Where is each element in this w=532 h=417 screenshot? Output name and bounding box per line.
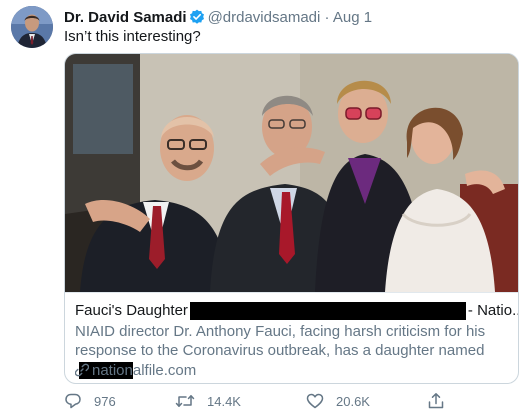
reply-count: 976 <box>94 393 116 409</box>
card-title-start: Fauci's Daughter <box>75 302 188 319</box>
card-title-end: - Natio... <box>467 302 519 319</box>
card-description-text: NIAID director Dr. Anthony Fauci, facing… <box>75 323 486 359</box>
card-title[interactable]: Fauci's Daughter - Natio... <box>75 301 518 321</box>
redaction-bar <box>189 302 466 321</box>
reply-button[interactable]: 976 <box>64 391 116 411</box>
card-body[interactable]: Fauci's Daughter - Natio... NIAID directo… <box>65 292 518 383</box>
link-card[interactable]: Fauci's Daughter - Natio... NIAID directo… <box>64 53 519 384</box>
reply-icon <box>65 393 81 409</box>
retweet-count: 14.4K <box>207 393 241 409</box>
tweet-text: Isn’t this interesting? <box>64 28 201 45</box>
share-icon <box>428 393 444 409</box>
separator-dot: · <box>324 9 330 26</box>
like-icon <box>306 393 324 409</box>
share-button[interactable] <box>427 391 457 411</box>
like-button[interactable]: 20.6K <box>306 391 370 411</box>
like-count: 20.6K <box>336 393 370 409</box>
avatar[interactable] <box>11 6 53 48</box>
tweet-actions: 976 14.4K 20.6K <box>64 391 519 411</box>
card-image[interactable] <box>65 54 518 292</box>
card-domain[interactable]: nationalfile.com <box>74 361 197 382</box>
card-domain-text: nationalfile.com <box>92 362 197 379</box>
author-name[interactable]: Dr. David Samadi <box>64 9 187 26</box>
author-handle[interactable]: @drdavidsamadi <box>208 9 321 26</box>
retweet-icon <box>175 395 195 407</box>
retweet-button[interactable]: 14.4K <box>175 391 241 411</box>
tweet-header: Dr. David Samadi @drdavidsamadi · Aug 1 <box>64 8 372 28</box>
tweet-date[interactable]: Aug 1 <box>333 9 372 26</box>
link-icon <box>74 363 90 382</box>
